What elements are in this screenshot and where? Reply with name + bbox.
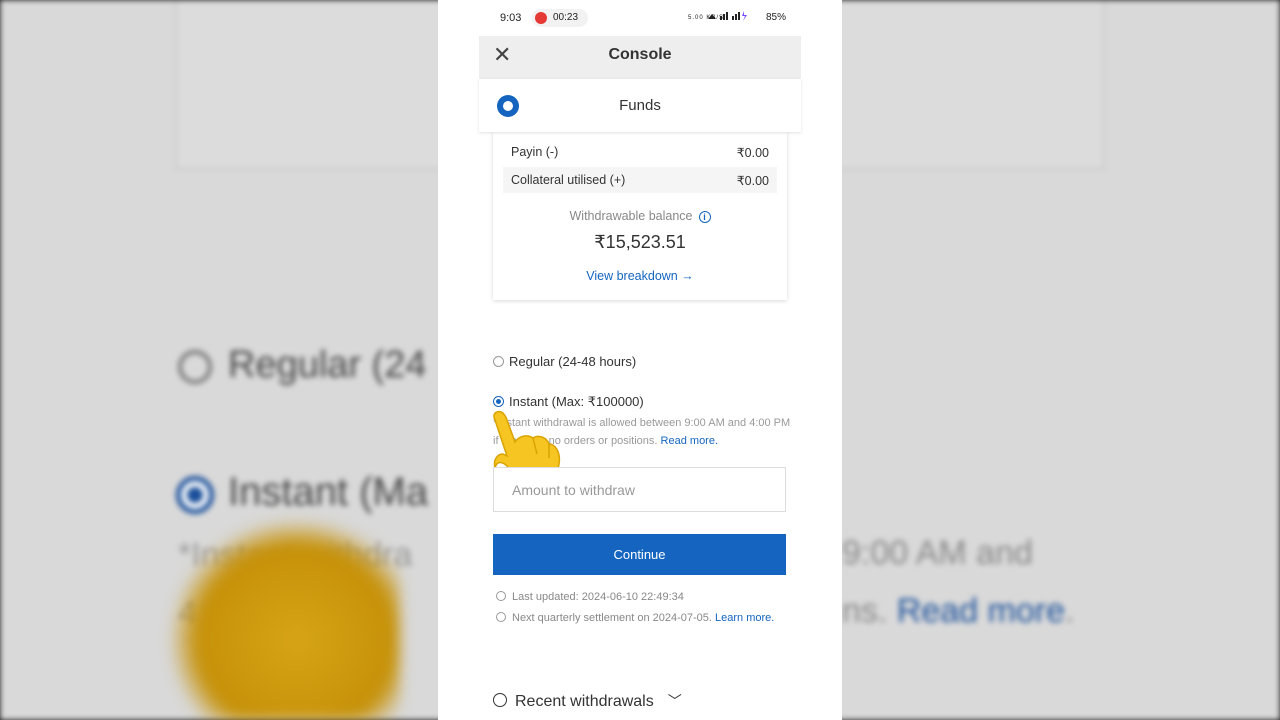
withdrawable-label-wrap: Withdrawable balance i <box>493 209 787 223</box>
status-bar: 9:03 00:23 5.00 KB/S 85% <box>438 0 842 36</box>
amount-input[interactable] <box>493 467 786 512</box>
withdrawable-value: ₹15,523.51 <box>594 232 686 252</box>
radio-instant[interactable] <box>493 396 504 407</box>
clock-icon <box>496 591 506 601</box>
backdrop-note-line2: ns. Read more. <box>842 592 1075 630</box>
read-more-link[interactable]: Read more. <box>661 435 718 447</box>
row-label: Payin (-) <box>511 145 559 159</box>
withdrawable-label: Withdrawable balance <box>569 209 693 223</box>
backdrop-regular-label: Regular (24 <box>228 344 427 386</box>
console-header: ✕ Console <box>479 36 801 79</box>
signal-icons: 5.00 KB/S <box>688 11 748 24</box>
wifi-signal-icon: 5.00 KB/S <box>688 11 747 21</box>
radio-regular-label: Regular (24-48 hours) <box>509 354 637 369</box>
info-icon[interactable]: i <box>698 210 711 223</box>
recent-withdrawals-toggle[interactable]: Recent withdrawals ﹀ <box>493 691 682 711</box>
page-title: Console <box>608 46 672 63</box>
recording-indicator: 00:23 <box>532 9 588 27</box>
recent-withdrawals-label: Recent withdrawals <box>515 693 654 710</box>
last-updated: Last updated: 2024-06-10 22:49:34 <box>493 588 783 606</box>
table-row: Collateral utilised (+) ₹0.00 <box>503 167 777 193</box>
learn-more-link[interactable]: Learn more. <box>715 612 774 624</box>
radio-regular[interactable] <box>493 356 504 367</box>
record-icon <box>535 12 547 24</box>
settlement-text: Next quarterly settlement on 2024-07-05. <box>512 612 712 624</box>
backdrop-instant-label: Instant (Ma <box>228 470 429 514</box>
funds-content: Payin (-) ₹0.00 Collateral utilised (+) … <box>479 132 801 720</box>
radio-regular-row[interactable]: Regular (24-48 hours) <box>493 354 636 369</box>
screen: Regular (24 Instant (Ma 9:00 AM and ns. … <box>0 0 1280 720</box>
history-icon <box>493 693 507 707</box>
section-title: Funds <box>619 97 661 114</box>
table-row: Payin (-) ₹0.00 <box>503 139 777 165</box>
recording-time: 00:23 <box>553 12 579 23</box>
backdrop-radio-regular <box>178 350 212 384</box>
status-time: 9:03 <box>500 12 522 24</box>
settlement-info: Next quarterly settlement on 2024-07-05.… <box>493 609 783 627</box>
info-circle-icon <box>496 612 506 622</box>
row-value: ₹0.00 <box>736 146 769 160</box>
battery-level: 85% <box>765 12 786 23</box>
view-breakdown-link[interactable]: View breakdown → <box>493 269 787 283</box>
row-label: Collateral utilised (+) <box>511 173 626 187</box>
funds-subheader: Funds <box>479 79 801 132</box>
last-updated-text: Last updated: 2024-06-10 22:49:34 <box>512 591 684 603</box>
row-value: ₹0.00 <box>736 174 769 188</box>
backdrop-radio-instant <box>176 476 214 514</box>
network-speed-text: 5.00 KB/S <box>688 15 724 21</box>
continue-button[interactable]: Continue <box>493 534 786 575</box>
chevron-down-icon[interactable]: ﹀ <box>668 691 682 711</box>
phone-screen: 9:03 00:23 5.00 KB/S 85% ✕ Console Funds… <box>438 0 842 720</box>
backdrop-hand <box>170 520 400 720</box>
balance-card: Payin (-) ₹0.00 Collateral utilised (+) … <box>493 132 787 300</box>
radio-instant-label: Instant (Max: ₹100000) <box>509 394 644 409</box>
backdrop-note-line1: 9:00 AM and <box>842 534 1033 572</box>
